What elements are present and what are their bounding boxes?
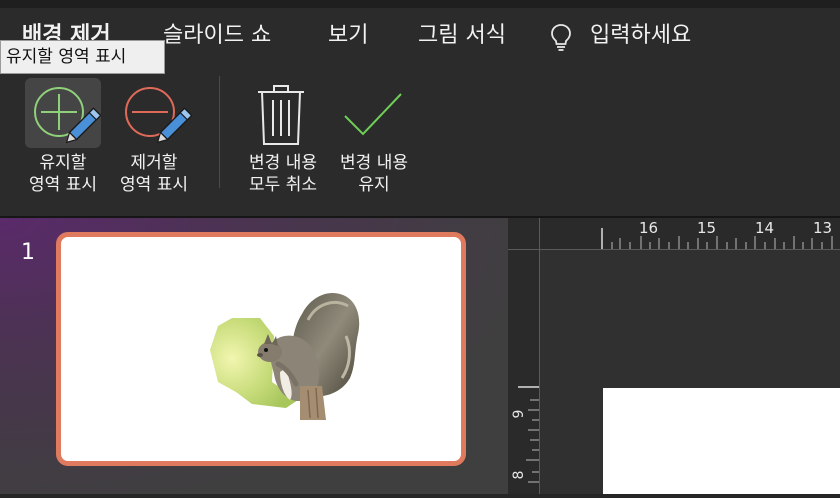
ribbon-panel: 유지할 영역 표시 제거할 영역 표시 변경 내용 모두 취소 변경 내용 유지 (0, 68, 840, 216)
tab-view[interactable]: 보기 (328, 21, 368, 51)
tell-me-box[interactable]: 입력하세요 (548, 21, 718, 51)
ruler-label-13: 13 (813, 219, 833, 237)
keep-label: 유지할 영역 표시 (29, 153, 97, 195)
tab-picture-format[interactable]: 그림 서식 (418, 21, 506, 51)
pencil-minus-icon (125, 87, 193, 144)
tab-slide-show[interactable]: 슬라이드 쇼 (163, 21, 271, 51)
checkmark-icon (344, 93, 402, 136)
ruler-edge-vertical (539, 218, 540, 494)
selected-highlight (25, 78, 102, 148)
pencil-plus-icon (34, 87, 102, 144)
horizontal-ruler-ticks (601, 228, 833, 250)
tooltip: 유지할 영역 표시 (0, 40, 165, 74)
ruler-label-9: 9 (511, 409, 527, 419)
remove-label: 제거할 영역 표시 (120, 153, 188, 195)
ruler-label-14: 14 (755, 219, 775, 237)
title-strip (0, 0, 840, 8)
discard-label: 변경 내용 모두 취소 (249, 153, 317, 195)
slide-canvas[interactable] (603, 388, 840, 494)
ribbon-divider (219, 76, 220, 188)
tell-me-label: 입력하세요 (590, 23, 692, 48)
vertical-ruler-ticks (518, 386, 540, 483)
vertical-ruler[interactable] (508, 250, 540, 494)
ruler-corner (508, 218, 540, 250)
slide-thumbnail-pane[interactable]: 1 (0, 218, 508, 494)
ruler-edge-horizontal (508, 249, 840, 250)
trash-icon (258, 85, 304, 145)
lightbulb-icon (551, 24, 571, 51)
keep-changes-label: 변경 내용 유지 (340, 153, 408, 195)
horizontal-ruler[interactable] (540, 218, 840, 250)
ruler-label-15: 15 (697, 219, 717, 237)
slide-number: 1 (21, 240, 35, 265)
ruler-label-8: 8 (511, 470, 527, 480)
squirrel-image (210, 292, 360, 420)
slide-thumbnail[interactable] (56, 232, 466, 466)
slide-thumbnail-canvas (64, 240, 458, 458)
ruler-label-16: 16 (639, 219, 659, 237)
